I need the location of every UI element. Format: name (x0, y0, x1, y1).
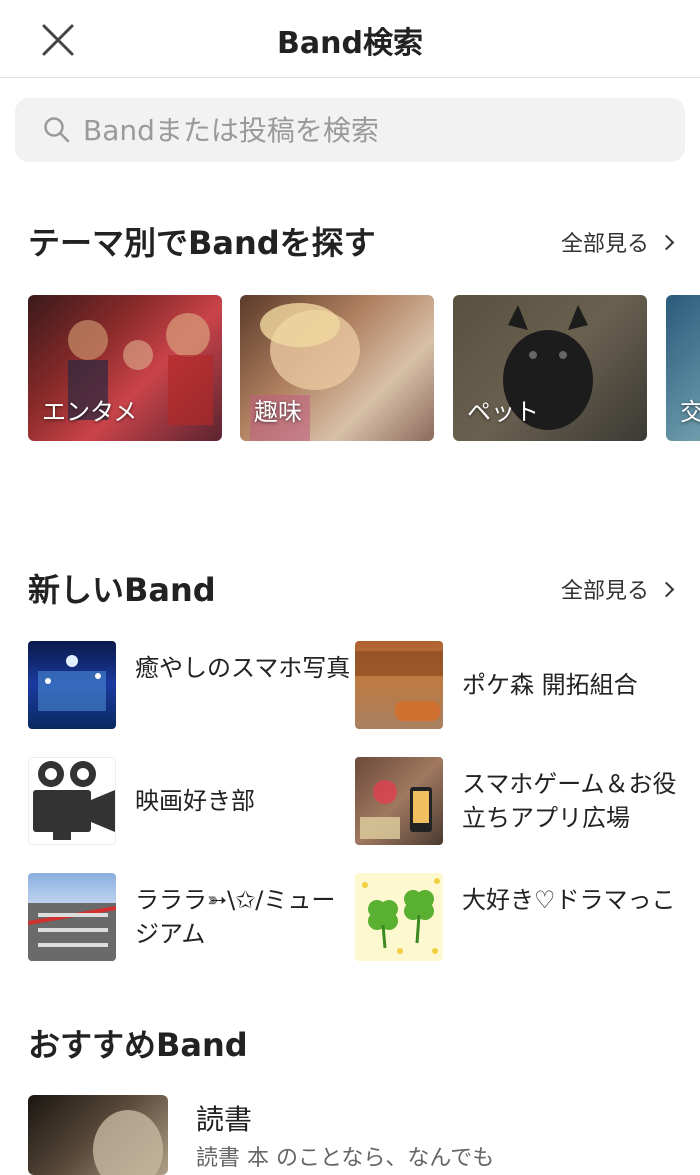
recommended-section-title: おすすめBand (28, 1026, 248, 1064)
band-item[interactable]: スマホゲーム＆お役立ちアプリ広場 (355, 757, 685, 845)
band-thumbnail-image (38, 655, 106, 711)
band-thumbnail-image (28, 903, 116, 961)
band-thumbnail (355, 757, 443, 845)
band-name: ラララ➳\✩/ミュージアム (135, 886, 336, 948)
theme-card-entertainment[interactable]: エンタメ (28, 295, 222, 441)
band-thumbnail (355, 641, 443, 729)
search-icon (44, 117, 70, 143)
theme-card-label: ペット (467, 398, 539, 426)
themes-section-title: テーマ別でBandを探す (28, 224, 376, 262)
band-thumbnail (28, 757, 116, 845)
band-name: スマホゲーム＆お役立ちアプリ広場 (462, 770, 677, 832)
recommended-band-description: 読書 本 のことなら、なんでも (196, 1146, 495, 1171)
recommended-band-thumbnail[interactable] (28, 1095, 168, 1175)
band-thumbnail (28, 873, 116, 961)
band-name: 映画好き部 (135, 787, 255, 815)
theme-card-social[interactable]: 交 (666, 295, 700, 441)
themes-see-all-link[interactable]: 全部見る (560, 226, 675, 258)
chevron-right-icon (658, 234, 675, 250)
movie-camera-icon (33, 761, 115, 840)
band-thumbnail-image (360, 780, 432, 839)
clover-icon (362, 878, 440, 954)
band-item[interactable]: 映画好き部 (28, 757, 358, 845)
band-item[interactable]: ラララ➳\✩/ミュージアム (28, 873, 358, 961)
recommended-band-name[interactable]: 読書 (196, 1098, 252, 1138)
band-item[interactable]: 大好き♡ドラマっこ (355, 873, 685, 961)
band-name: ポケ森 開拓組合 (462, 671, 638, 699)
new-bands-see-all-link[interactable]: 全部見る (560, 573, 675, 605)
band-name: 癒やしのスマホ写真 (135, 654, 351, 682)
page-title: Band検索 (277, 26, 423, 61)
theme-card-label: エンタメ (42, 398, 138, 426)
band-thumbnail-image (93, 1110, 163, 1175)
theme-card-label: 趣味 (254, 398, 302, 426)
band-thumbnail-image (355, 651, 443, 721)
theme-carousel[interactable]: エンタメ 趣味 ペット 交 (28, 295, 700, 441)
theme-card-label: 交 (680, 398, 700, 426)
see-all-label: 全部見る (560, 232, 649, 257)
search-input[interactable] (83, 110, 663, 150)
chevron-right-icon (658, 581, 675, 597)
band-item[interactable]: ポケ森 開拓組合 (355, 641, 685, 729)
band-thumbnail (355, 873, 443, 961)
see-all-label: 全部見る (560, 579, 649, 604)
band-name: 大好き♡ドラマっこ (462, 886, 676, 914)
theme-card-hobby[interactable]: 趣味 (240, 295, 434, 441)
header: Band検索 (0, 0, 700, 78)
theme-card-pet[interactable]: ペット (453, 295, 647, 441)
new-bands-section-title: 新しいBand (28, 571, 216, 609)
search-bar[interactable] (15, 98, 685, 162)
band-item[interactable]: 癒やしのスマホ写真 (28, 641, 358, 729)
band-thumbnail (28, 641, 116, 729)
